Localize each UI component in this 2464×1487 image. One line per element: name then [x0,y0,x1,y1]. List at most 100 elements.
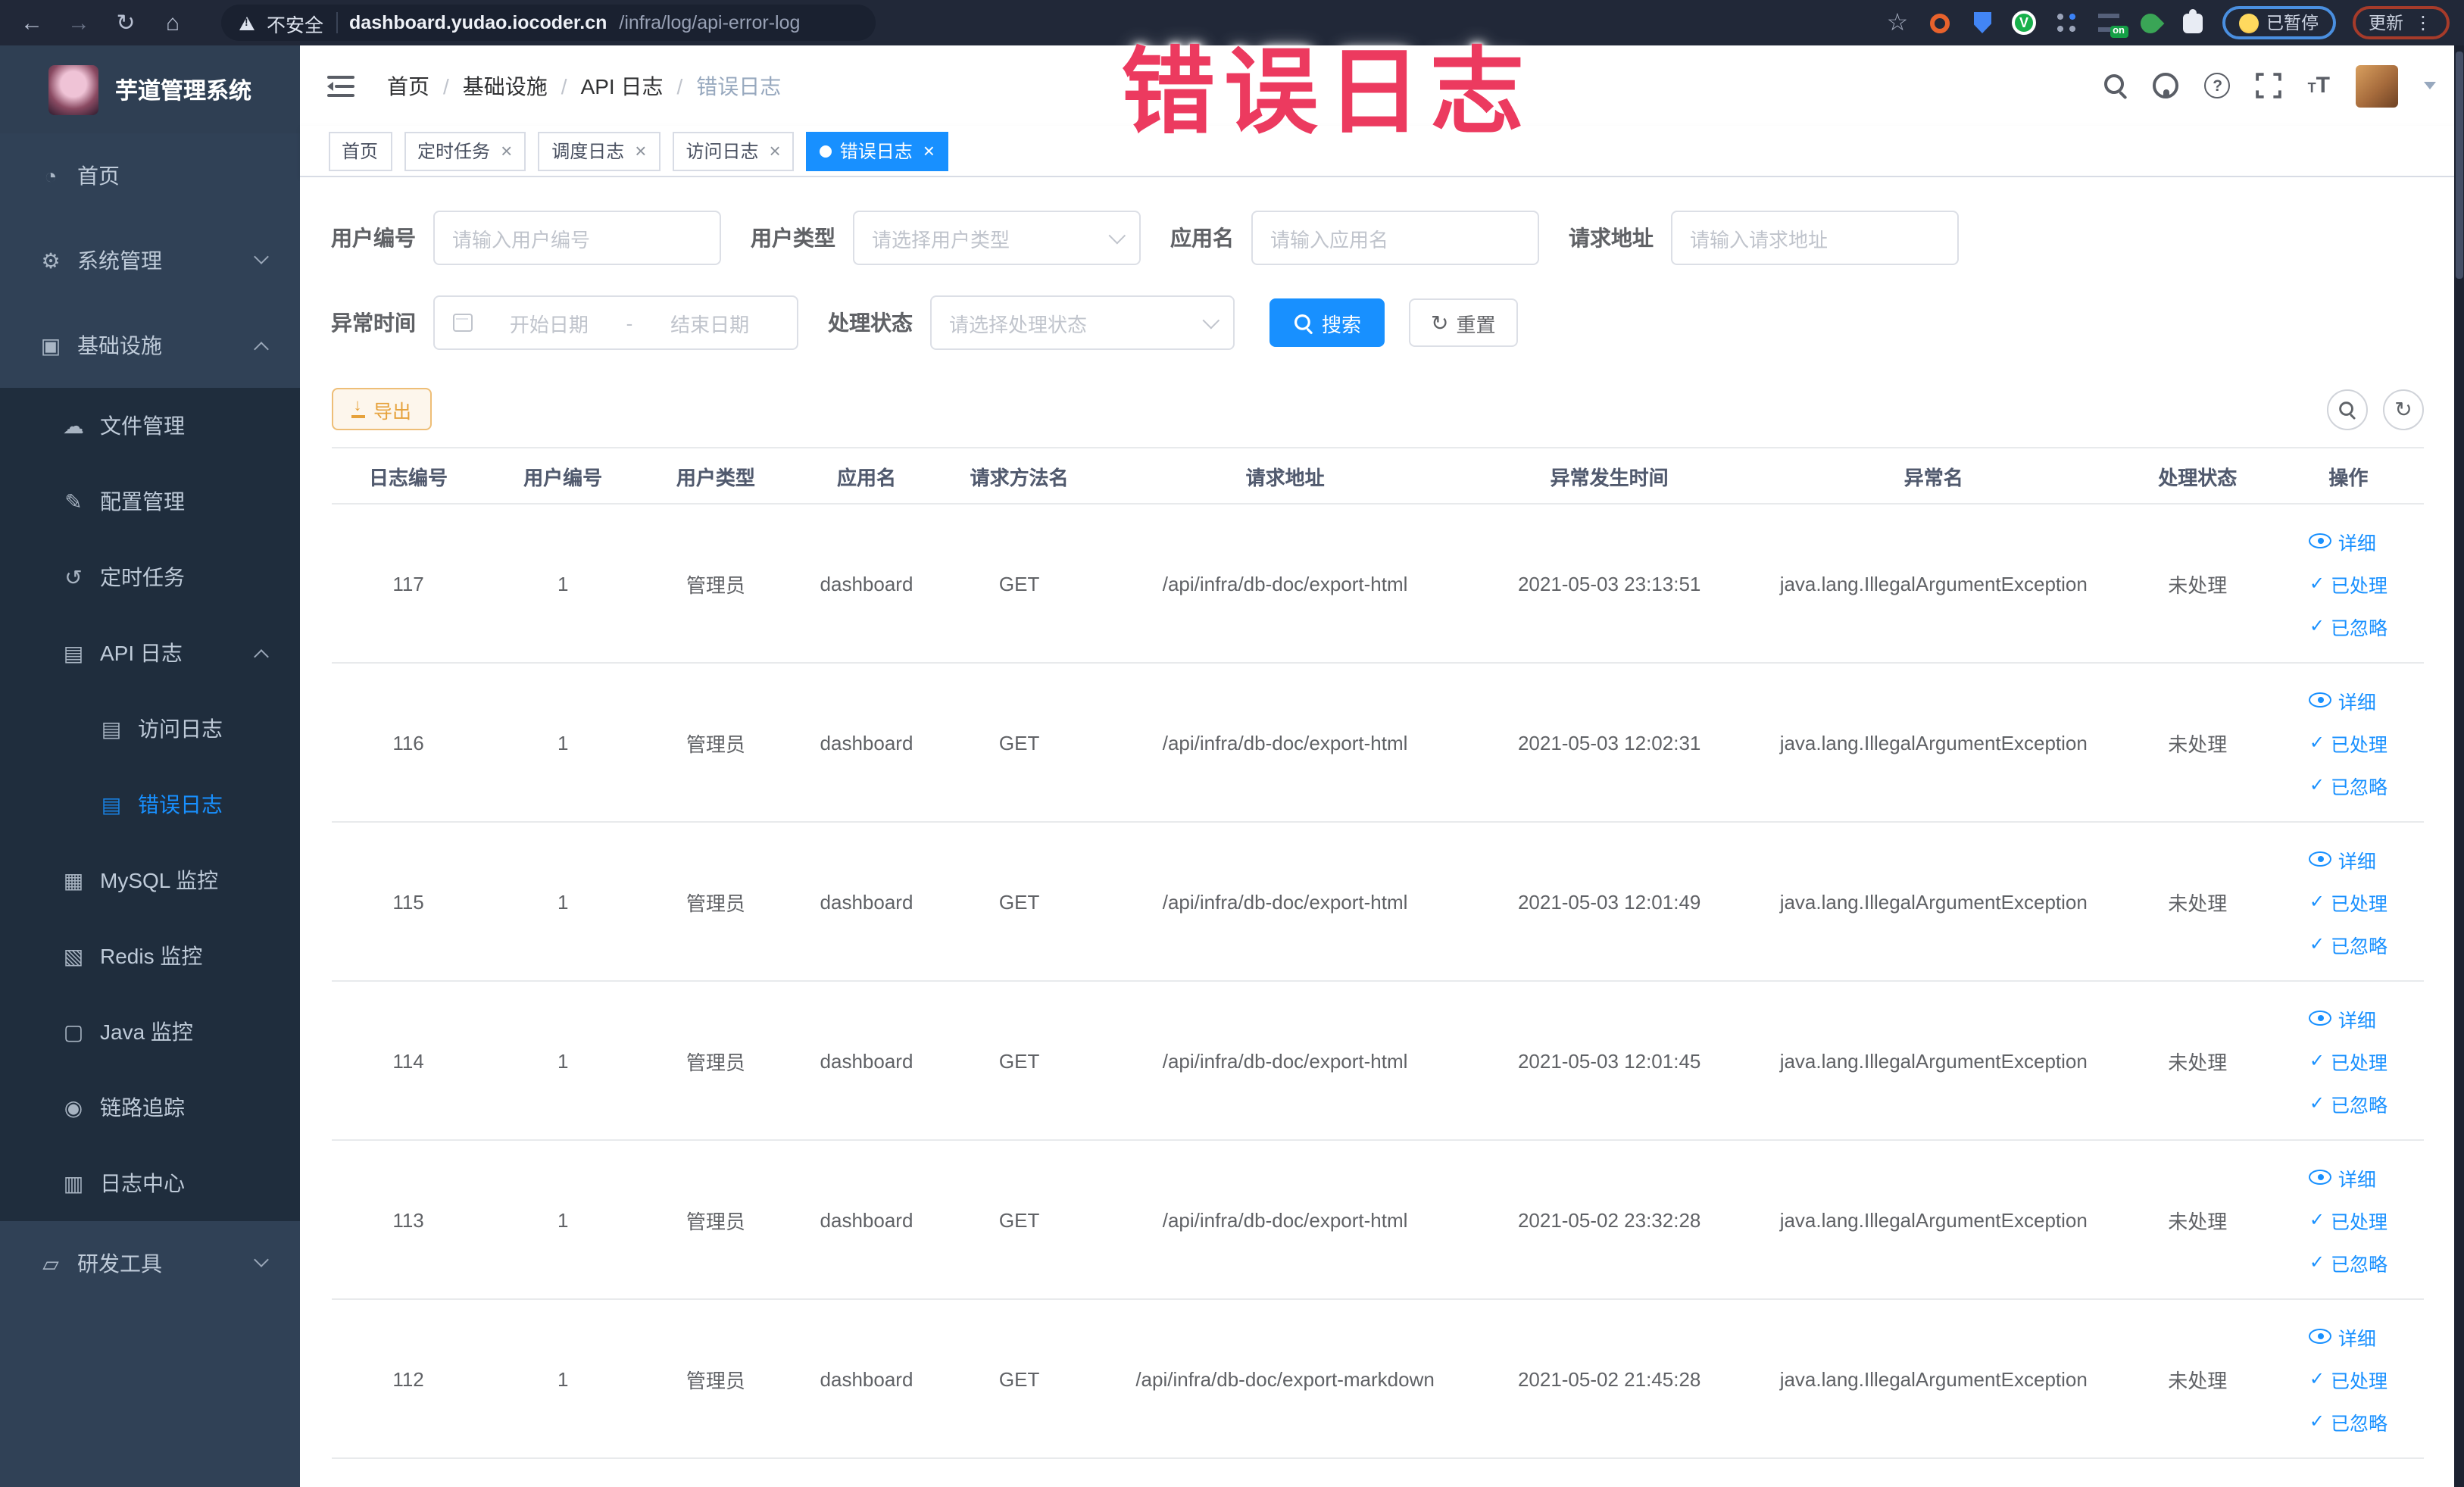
sidebar-item-scheduled-job[interactable]: ↺ 定时任务 [0,539,299,615]
sidebar-item-error-log[interactable]: ▤ 错误日志 [0,767,299,842]
sidebar-item-log-center[interactable]: ▥ 日志中心 [0,1145,299,1221]
sidebar-item-access-log[interactable]: ▤ 访问日志 [0,691,299,767]
cell-time: 2021-05-03 12:01:45 [1517,1049,1701,1072]
sidebar-item-label: 配置管理 [100,489,185,514]
not-secure-label: 不安全 [267,14,324,36]
tab-调度日志[interactable]: 调度日志 × [538,131,661,170]
process-status-select[interactable]: 请选择处理状态 [929,295,1234,350]
extension-shield-icon[interactable] [1969,10,1995,36]
row-action-processed[interactable]: ✓ 已处理 [2309,728,2387,757]
sidebar-item-api-log[interactable]: ▤ API 日志 [0,615,299,691]
row-action-ignored[interactable]: ✓ 已忽略 [2309,611,2387,640]
chevron-up-icon [253,342,268,357]
extensions-puzzle-icon[interactable] [2180,8,2206,36]
row-action-processed[interactable]: ✓ 已处理 [2309,1205,2387,1234]
tab-访问日志[interactable]: 访问日志 × [672,131,795,170]
cell-user_type: 管理员 [685,733,745,755]
sidebar-item-redis-monitor[interactable]: ▧ Redis 监控 [0,918,299,994]
profile-paused-badge[interactable]: 已暂停 [2222,6,2335,39]
row-action-processed[interactable]: ✓ 已处理 [2309,887,2387,916]
column-header: 用户编号 [523,466,603,489]
close-icon[interactable]: × [501,141,512,161]
help-icon[interactable]: ? [2204,73,2231,98]
sidebar-item-file-manage[interactable]: ☁ 文件管理 [0,388,299,464]
extension-orange-icon[interactable] [1927,10,1953,36]
sidebar-item-config-manage[interactable]: ✎ 配置管理 [0,464,299,539]
tab-首页[interactable]: 首页 [328,131,392,170]
sidebar-item-infra[interactable]: ▣ 基础设施 [0,303,299,388]
back-icon[interactable]: ← [15,6,48,39]
chevron-down-icon[interactable] [2424,82,2436,89]
row-action-ignored[interactable]: ✓ 已忽略 [2309,929,2387,958]
row-action-detail[interactable]: 详细 [2309,1322,2376,1351]
breadcrumb-item[interactable]: 基础设施 [463,70,548,101]
row-action-detail[interactable]: 详细 [2309,1004,2376,1032]
refresh-button[interactable]: ↻ [2383,389,2424,430]
scrollbar-thumb[interactable] [2456,52,2462,279]
breadcrumb-item[interactable]: 首页 [387,70,429,101]
sidebar-item-home[interactable]: ◔ 首页 [0,133,299,218]
row-action-ignored[interactable]: ✓ 已忽略 [2309,1407,2387,1435]
home-icon[interactable]: ⌂ [156,6,189,39]
row-action-detail[interactable]: 详细 [2309,1163,2376,1192]
sidebar-item-trace[interactable]: ◉ 链路追踪 [0,1070,299,1145]
text-size-icon[interactable]: TT [2308,74,2330,97]
column-header: 异常发生时间 [1550,466,1669,489]
close-icon[interactable]: × [770,141,781,161]
tab-错误日志[interactable]: 错误日志 × [806,131,948,170]
tab-label: 调度日志 [551,141,625,162]
sidebar-item-dev-tools[interactable]: ▱ 研发工具 [0,1221,299,1306]
cell-status: 未处理 [2168,573,2228,596]
browser-menu-icon[interactable]: ⋮ [2414,12,2432,33]
extension-on-icon[interactable]: on [2095,10,2128,38]
request-url-input[interactable]: 请输入请求地址 [1670,211,1958,265]
eye-icon [2309,533,2332,548]
extension-leaf-icon[interactable] [2136,8,2165,37]
sidebar-item-java-monitor[interactable]: ▢ Java 监控 [0,994,299,1070]
fullscreen-icon[interactable] [2256,73,2282,98]
github-icon[interactable] [2153,73,2179,98]
row-action-detail[interactable]: 详细 [2309,845,2376,873]
row-action-detail[interactable]: 详细 [2309,686,2376,714]
tab-定时任务[interactable]: 定时任务 × [404,131,526,170]
doc-icon: ▥ [63,1170,84,1195]
export-button[interactable]: ↓ 导出 [331,388,432,430]
row-action-processed[interactable]: ✓ 已处理 [2309,1364,2387,1393]
reload-icon[interactable]: ↻ [109,6,142,39]
close-icon[interactable]: × [635,141,646,161]
toggle-search-button[interactable] [2327,389,2368,430]
breadcrumb-item[interactable]: API 日志 [581,70,664,101]
sidebar-item-label: 系统管理 [77,248,162,273]
app-logo[interactable]: 芋道管理系统 [0,45,299,133]
reset-button[interactable]: ↻ 重置 [1408,298,1519,347]
user-type-select[interactable]: 请选择用户类型 [852,211,1140,265]
date-range-input[interactable]: 开始日期 - 结束日期 [433,295,798,350]
forward-icon[interactable]: → [62,6,95,39]
app-name-input[interactable]: 请输入应用名 [1251,211,1538,265]
bookmark-star-icon[interactable]: ☆ [1885,10,1910,36]
row-action-detail[interactable]: 详细 [2309,526,2376,555]
extension-green-icon[interactable]: V [2012,11,2036,35]
page-scrollbar[interactable] [2454,45,2464,1487]
search-button[interactable]: 搜索 [1269,298,1385,347]
check-icon: ✓ [2309,891,2325,912]
main-panel: 首页 / 基础设施 / API 日志 / 错误日志 ? TT 首页 定时任务 × 调度日志 × 访问日… [299,45,2454,1487]
cell-status: 未处理 [2168,1051,2228,1073]
extension-grid-icon[interactable] [2053,10,2078,36]
row-action-ignored[interactable]: ✓ 已忽略 [2309,1248,2387,1276]
search-icon[interactable] [2104,74,2128,97]
refresh-icon: ↻ [1431,311,1449,335]
row-action-ignored[interactable]: ✓ 已忽略 [2309,770,2387,799]
row-action-ignored[interactable]: ✓ 已忽略 [2309,1089,2387,1117]
address-bar[interactable]: ! 不安全 dashboard.yudao.iocoder.cn/infra/l… [221,5,876,41]
user-avatar[interactable] [2356,64,2398,107]
row-action-processed[interactable]: ✓ 已处理 [2309,569,2387,598]
user-id-input[interactable]: 请输入用户编号 [433,211,720,265]
browser-update-button[interactable]: 更新 ⋮ [2352,6,2449,39]
column-header: 异常名 [1903,466,1963,489]
hamburger-icon[interactable] [326,75,354,96]
close-icon[interactable]: × [923,141,935,161]
sidebar-item-system[interactable]: ⚙ 系统管理 [0,218,299,303]
sidebar-item-mysql-monitor[interactable]: ▦ MySQL 监控 [0,842,299,918]
row-action-processed[interactable]: ✓ 已处理 [2309,1046,2387,1075]
